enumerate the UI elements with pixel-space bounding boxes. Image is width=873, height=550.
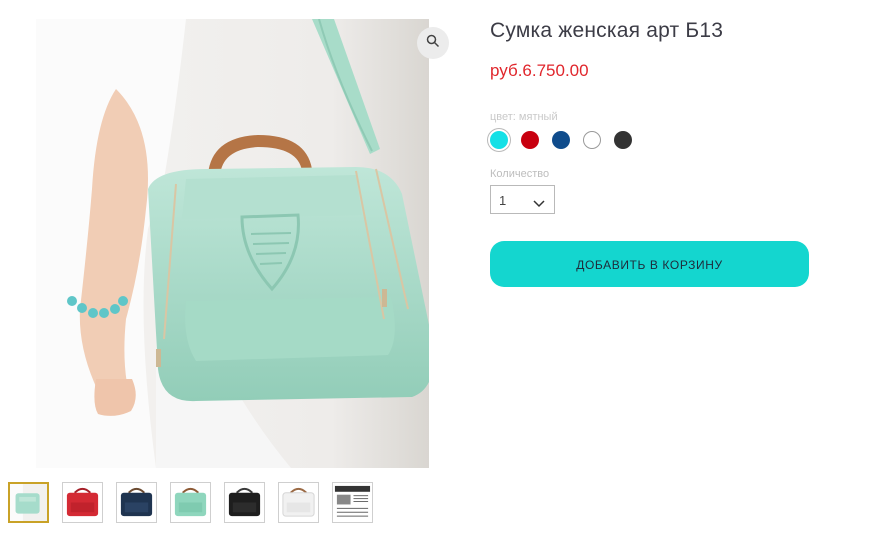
thumbnail-mint[interactable] (170, 482, 211, 523)
quantity-label: Количество (490, 168, 550, 180)
thumbnail-size-chart[interactable] (332, 482, 373, 523)
quantity-select[interactable]: 1 (490, 185, 555, 214)
thumbnail-black[interactable] (224, 482, 265, 523)
color-swatch[interactable] (490, 131, 508, 149)
thumbnail-red[interactable] (62, 482, 103, 523)
color-swatch[interactable] (614, 131, 632, 149)
color-swatches (490, 131, 645, 149)
zoom-button[interactable] (417, 27, 449, 59)
thumbnail-navy[interactable] (116, 482, 157, 523)
main-product-image[interactable] (36, 19, 429, 468)
bag-photo (36, 19, 429, 468)
color-swatch[interactable] (552, 131, 570, 149)
product-title: Сумка женская арт Б13 (490, 19, 724, 42)
color-swatch[interactable] (521, 131, 539, 149)
color-swatch[interactable] (583, 131, 601, 149)
product-price: руб.6.750.00 (490, 61, 589, 80)
color-label: цвет: мятный (490, 111, 558, 123)
chevron-down-icon (533, 195, 545, 213)
search-icon (426, 34, 440, 53)
thumbnail-white[interactable] (278, 482, 319, 523)
add-to-cart-button[interactable]: ДОБАВИТЬ В КОРЗИНУ (490, 241, 809, 287)
thumbnail-model-mint[interactable] (8, 482, 49, 523)
quantity-value: 1 (499, 193, 507, 208)
